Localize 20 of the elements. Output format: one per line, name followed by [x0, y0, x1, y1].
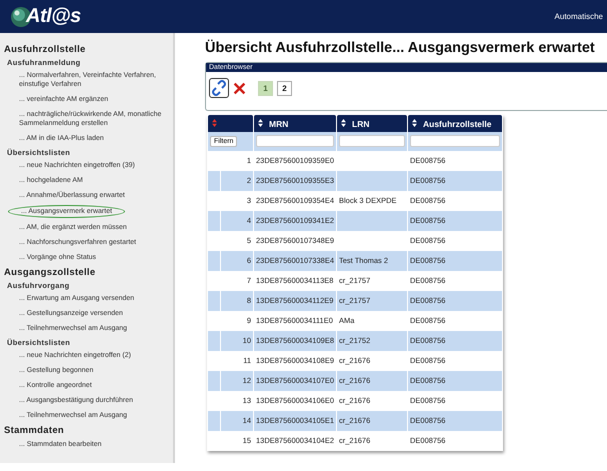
filter-field[interactable] — [339, 135, 405, 147]
delete-icon — [233, 82, 246, 94]
sort-icon — [212, 118, 217, 126]
link-button[interactable] — [209, 78, 229, 98]
column-header[interactable]: MRN — [254, 115, 336, 132]
column-header[interactable]: Ausfuhrzollstelle — [408, 115, 502, 132]
header-text: Automatische — [554, 12, 603, 21]
section-heading: Ausgangszollstelle — [4, 267, 96, 278]
sort-icon — [258, 118, 263, 126]
page-button[interactable]: 2 — [277, 80, 292, 96]
section-heading: Ausfuhrzollstelle — [4, 44, 87, 55]
filter-field[interactable] — [410, 135, 500, 147]
logo: Atl@s — [26, 5, 81, 28]
sort-icon — [341, 118, 346, 126]
sort-icon — [412, 118, 417, 126]
filter-field[interactable] — [256, 135, 334, 147]
page-title: Übersicht Ausfuhrzollstelle... Ausgangsvermerk erwartet — [205, 40, 596, 56]
column-header[interactable]: LRN — [337, 115, 407, 132]
section-heading: Stammdaten — [4, 425, 66, 436]
page-button[interactable]: 1 — [258, 80, 273, 96]
